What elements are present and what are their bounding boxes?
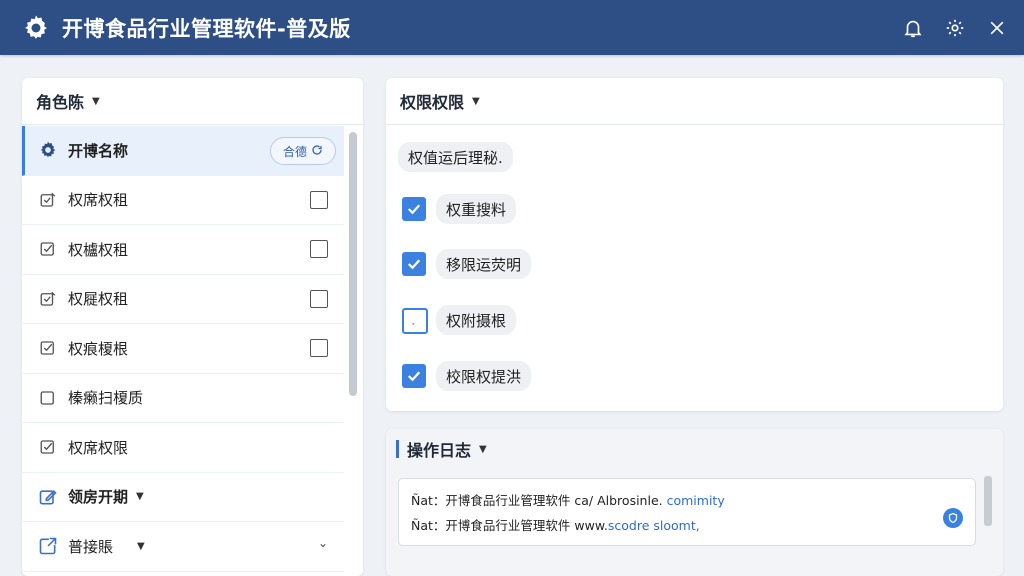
title-bar: 开博食品行业管理软件-普及版 bbox=[0, 0, 1024, 55]
caret-down-icon: ▼ bbox=[479, 443, 487, 455]
role-item-label: 权席权限 bbox=[68, 438, 129, 457]
role-item-7[interactable]: 领房开期 ▼ bbox=[22, 473, 344, 522]
app-title: 开博食品行业管理软件-普及版 bbox=[62, 16, 351, 41]
checkbox-check-icon bbox=[38, 239, 58, 259]
close-icon[interactable] bbox=[984, 15, 1010, 41]
permission-label: 权重搜料 bbox=[436, 194, 517, 224]
caret-down-icon: ▼ bbox=[137, 540, 145, 552]
log-panel: 操作日志 ▼ Ñat：开博食品行业管理软件 ca/ Albrosinle. co… bbox=[386, 429, 1003, 576]
role-item-3[interactable]: 权屣权租 bbox=[22, 275, 344, 324]
caret-down-icon: ▼ bbox=[472, 95, 480, 107]
settings-icon[interactable] bbox=[942, 15, 968, 41]
log-line: Ñat：开博食品行业管理软件 ca/ Albrosinle. comimity bbox=[411, 490, 725, 509]
log-line-text: Ñat：开博食品行业管理软件 ca/ Albrosinle. bbox=[411, 493, 663, 508]
role-item-4[interactable]: 权痕榎根 bbox=[22, 324, 344, 374]
log-panel-title: 操作日志 bbox=[407, 441, 472, 460]
roles-scrollbar[interactable] bbox=[349, 132, 357, 396]
permission-label: 权附摄根 bbox=[436, 305, 517, 335]
checkbox-edit-icon bbox=[38, 289, 58, 309]
role-item-label: 权屣权租 bbox=[68, 290, 129, 309]
role-item-label: 权櫨权租 bbox=[68, 240, 129, 259]
checkbox-edit-icon bbox=[38, 190, 58, 210]
role-item-label: 权痕榎根 bbox=[68, 339, 129, 358]
log-line-text: Ñat：开博食品行业管理软件 www. bbox=[411, 518, 608, 533]
log-list: Ñat：开博食品行业管理软件 ca/ Albrosinle. comimity … bbox=[398, 478, 976, 546]
gear-logo-icon bbox=[20, 12, 52, 44]
role-item-label: 开博名称 bbox=[68, 141, 129, 160]
role-list: 开博名称 合德 权席权租 权櫨权租 权屣权租 权痕榎根 榛癞扫榎质 权席权限 领… bbox=[22, 126, 344, 572]
caret-down-icon: ▼ bbox=[92, 95, 100, 107]
permission-checkbox-3[interactable] bbox=[402, 364, 426, 388]
role-item-label: 领房开期 bbox=[68, 488, 129, 507]
permission-label: 移限运荧明 bbox=[436, 249, 532, 279]
role-checkbox[interactable] bbox=[310, 240, 328, 258]
permission-checkbox-0[interactable] bbox=[402, 197, 426, 221]
permission-checkbox-1[interactable] bbox=[402, 252, 426, 276]
log-panel-header[interactable]: 操作日志 ▼ bbox=[396, 437, 487, 461]
role-item-label: 普接賬 bbox=[68, 537, 114, 556]
gear-icon bbox=[38, 140, 58, 160]
permissions-panel-header[interactable]: 权限权限 ▼ bbox=[386, 78, 1003, 125]
permission-label: 校限权提洪 bbox=[436, 361, 532, 391]
role-checkbox[interactable] bbox=[310, 289, 328, 308]
header-accent-bar bbox=[396, 440, 399, 458]
role-pill-button[interactable]: 合德 bbox=[269, 137, 336, 165]
shield-icon[interactable] bbox=[943, 508, 963, 528]
refresh-icon bbox=[311, 144, 323, 159]
checkbox-empty-icon bbox=[38, 388, 58, 408]
edit-icon bbox=[38, 487, 58, 507]
role-item-label: 权席权租 bbox=[68, 191, 129, 210]
log-line-link[interactable]: scodre sloomt, bbox=[608, 518, 700, 533]
log-scrollbar[interactable] bbox=[984, 476, 992, 526]
export-icon bbox=[38, 536, 58, 556]
checkbox-check-icon bbox=[38, 338, 58, 358]
role-item-5[interactable]: 榛癞扫榎质 bbox=[22, 374, 344, 423]
permissions-subtitle: 权值运后理秘. bbox=[398, 142, 513, 172]
log-line: Ñat：开博食品行业管理软件 www.scodre sloomt, bbox=[411, 515, 700, 534]
roles-panel-header[interactable]: 角色陈 ▼ bbox=[22, 78, 363, 125]
role-item-label: 榛癞扫榎质 bbox=[68, 389, 144, 408]
role-item-1[interactable]: 权席权租 bbox=[22, 176, 344, 225]
role-checkbox[interactable] bbox=[310, 190, 328, 209]
permission-checkbox-2[interactable] bbox=[402, 308, 428, 334]
role-item-8[interactable]: 普接賬 ▼ ⌄ bbox=[22, 522, 344, 572]
role-item-2[interactable]: 权櫨权租 bbox=[22, 225, 344, 275]
roles-panel-title: 角色陈 bbox=[36, 93, 85, 112]
chevron-down-icon[interactable]: ⌄ bbox=[318, 536, 328, 550]
role-item-0[interactable]: 开博名称 合德 bbox=[22, 126, 344, 176]
checkbox-check-icon bbox=[38, 437, 58, 457]
permissions-panel-title: 权限权限 bbox=[400, 93, 465, 112]
role-checkbox[interactable] bbox=[310, 339, 328, 357]
caret-down-icon: ▼ bbox=[136, 491, 144, 503]
permissions-panel: 权限权限 ▼ 权值运后理秘. 权重搜料 移限运荧明 权附摄根 校限权提洪 bbox=[386, 78, 1003, 411]
log-line-link[interactable]: comimity bbox=[663, 493, 725, 508]
roles-panel: 角色陈 ▼ 开博名称 合德 权席权租 权櫨权租 权屣权租 权痕榎根 榛癞扫榎质 … bbox=[22, 78, 363, 576]
bell-icon[interactable] bbox=[900, 15, 926, 41]
role-pill-label: 合德 bbox=[282, 144, 307, 159]
role-item-6[interactable]: 权席权限 bbox=[22, 423, 344, 473]
